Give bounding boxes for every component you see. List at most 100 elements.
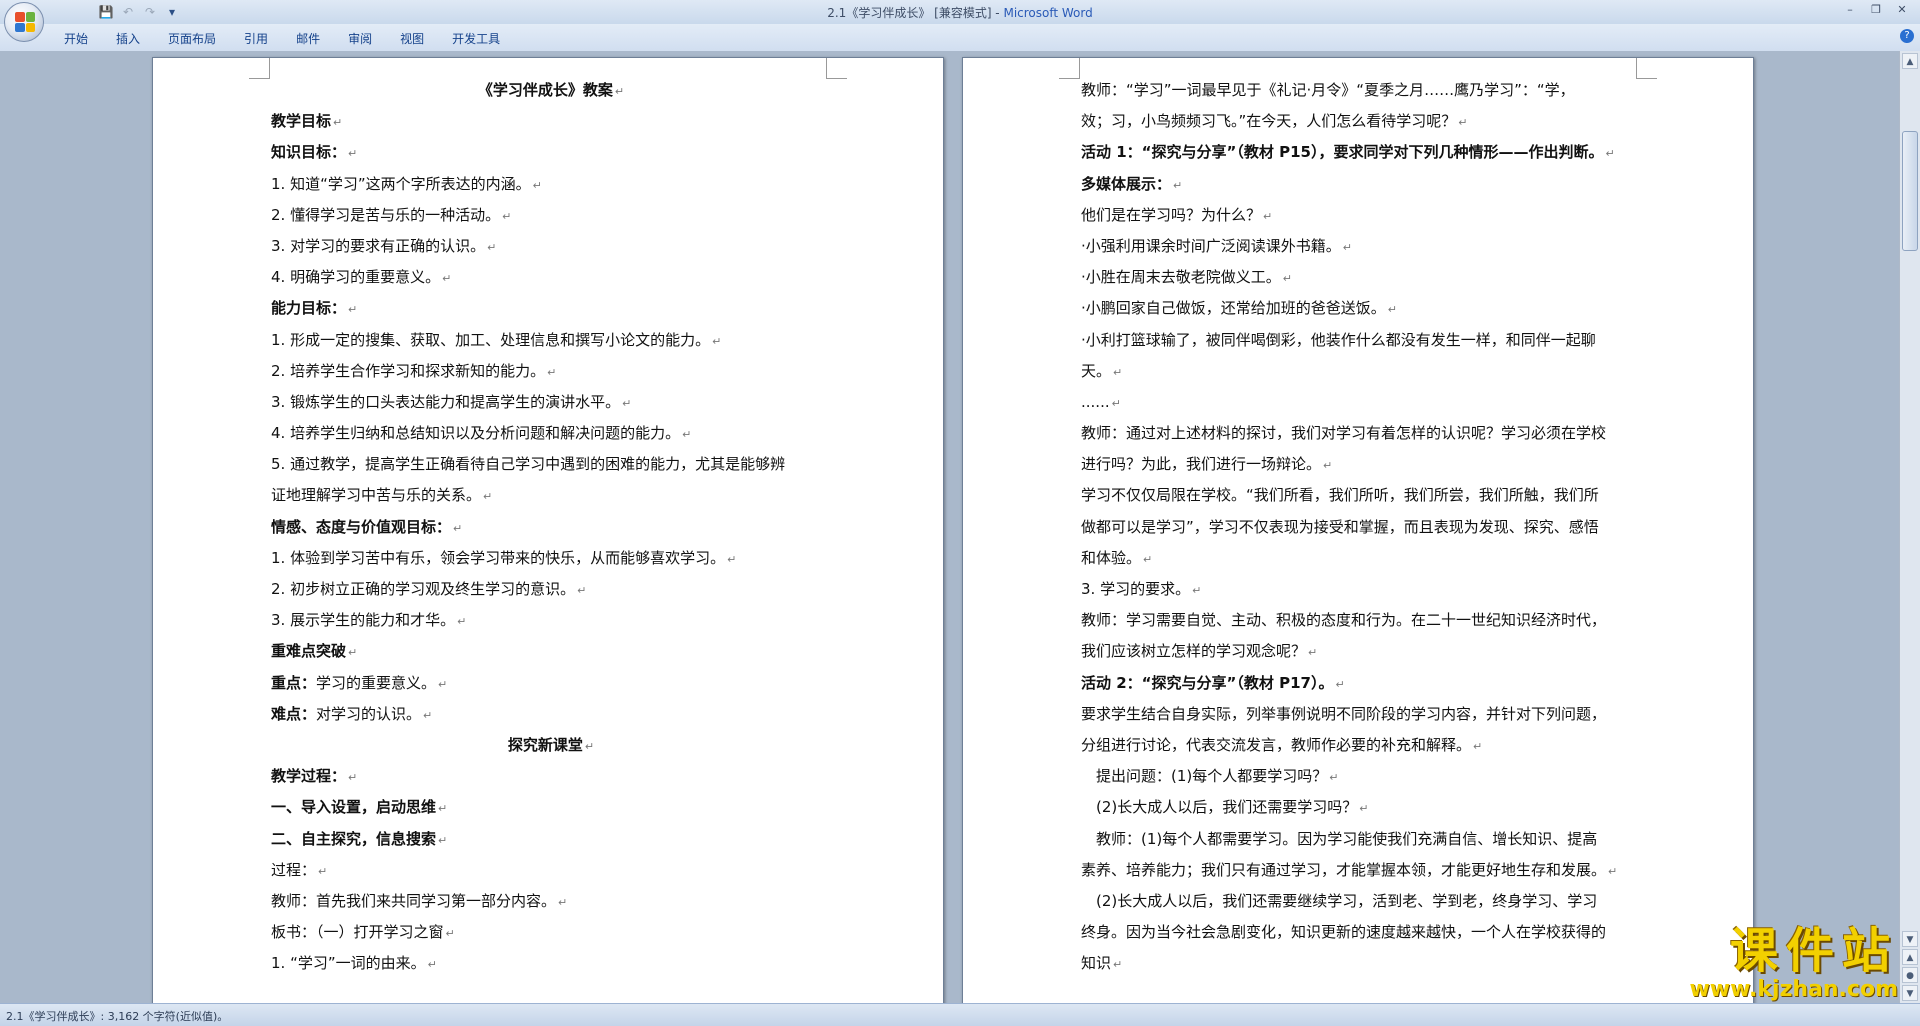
text-line[interactable]: 证地理解学习中苦与乐的关系。 ↵ (271, 480, 831, 511)
text-line[interactable]: 教学过程： ↵ (271, 761, 831, 792)
text-line[interactable]: ·小强利用课余时间广泛阅读课外书籍。 ↵ (1081, 231, 1641, 262)
minimize-icon[interactable]: – (1838, 2, 1862, 18)
line-lead-label: 难点： (271, 704, 317, 723)
text-line[interactable]: 4. 培养学生归纳和总结知识以及分析问题和解决问题的能力。 ↵ (271, 418, 831, 449)
tab-review[interactable]: 审阅 (334, 30, 386, 48)
page-text-body[interactable]: 《学习伴成长》教案 ↵ 教学目标 ↵ 知识目标： ↵ 1. 知道“学习”这两个字所表达的内涵… (271, 75, 831, 979)
text-line[interactable]: 1. “学习”一词的由来。 ↵ (271, 948, 831, 979)
page-text-body[interactable]: 教师：“学习”一词最早见于《礼记·月令》“夏季之月……鹰乃学习”：“学， 效；习，… (1081, 75, 1641, 979)
text-line[interactable]: 知识 ↵ (1081, 948, 1641, 979)
text-line[interactable]: 4. 明确学习的重要意义。 ↵ (271, 262, 831, 293)
app-name: Microsoft Word (1003, 6, 1093, 20)
line-text: 《学习伴成长》教案 (477, 81, 613, 99)
text-line[interactable]: 教师：学习需要自觉、主动、积极的态度和行为。在二十一世纪知识经济时代， (1081, 605, 1641, 636)
previous-page-icon[interactable]: ▲ (1902, 949, 1918, 965)
text-line[interactable]: ...... ↵ (1081, 387, 1641, 418)
text-line[interactable]: 他们是在学习吗？为什么？ ↵ (1081, 200, 1641, 231)
line-text: 重难点突破 (271, 642, 347, 661)
text-line[interactable]: 活动 2：“探究与分享”（教材 P17）。 ↵ (1081, 668, 1641, 699)
text-line[interactable]: 终身。因为当今社会急剧变化，知识更新的速度越来越快，一个人在学校获得的 (1081, 917, 1641, 948)
text-line[interactable]: (2)长大成人以后，我们还需要学习吗？ ↵ (1081, 792, 1641, 823)
paragraph-mark-icon: ↵ (438, 833, 448, 847)
paragraph-mark-icon: ↵ (423, 708, 433, 722)
text-line[interactable]: 难点：对学习的认识。 ↵ (271, 699, 831, 730)
text-line[interactable]: 分组进行讨论，代表交流发言，教师作必要的补充和解释。 ↵ (1081, 730, 1641, 761)
line-text: 教师：通过对上述材料的探讨，我们对学习有着怎样的认识呢？学习必须在学校 (1081, 424, 1607, 443)
text-line[interactable]: 提出问题：(1)每个人都要学习吗？ ↵ (1081, 761, 1641, 792)
text-line[interactable]: 和体验。 ↵ (1081, 543, 1641, 574)
text-line[interactable]: 进行吗？为此，我们进行一场辩论。 ↵ (1081, 449, 1641, 480)
text-line[interactable]: 活动 1：“探究与分享”（教材 P15），要求同学对下列几种情形——作出判断。 ↵ (1081, 137, 1641, 168)
text-line[interactable]: 重点：学习的重要意义。 ↵ (271, 668, 831, 699)
next-page-icon[interactable]: ▼ (1902, 985, 1918, 1001)
tab-home[interactable]: 开始 (50, 30, 102, 48)
text-line[interactable]: 二、自主探究，信息搜索 ↵ (271, 824, 831, 855)
paragraph-mark-icon: ↵ (502, 209, 512, 223)
text-line[interactable]: ·小鹏回家自己做饭，还常给加班的爸爸送饭。 ↵ (1081, 293, 1641, 324)
tab-view[interactable]: 视图 (386, 30, 438, 48)
text-line[interactable]: 探究新课堂 ↵ (271, 730, 831, 761)
text-line[interactable]: 一、导入设置，启动思维 ↵ (271, 792, 831, 823)
text-line[interactable]: 3. 学习的要求。 ↵ (1081, 574, 1641, 605)
line-text: 学习不仅仅局限在学校。“我们所看，我们所听，我们所尝，我们所触，我们所 (1081, 486, 1599, 505)
text-line[interactable]: 多媒体展示： ↵ (1081, 169, 1641, 200)
status-bar: 2.1《学习伴成长》: 3,162 个字符(近似值)。 (0, 1003, 1920, 1026)
text-line[interactable]: 学习不仅仅局限在学校。“我们所看，我们所听，我们所尝，我们所触，我们所 (1081, 480, 1641, 511)
text-line[interactable]: 教师：通过对上述材料的探讨，我们对学习有着怎样的认识呢？学习必须在学校 (1081, 418, 1641, 449)
text-line[interactable]: 3. 展示学生的能力和才华。 ↵ (271, 605, 831, 636)
text-line[interactable]: 素养、培养能力；我们只有通过学习，才能掌握本领，才能更好地生存和发展。 ↵ (1081, 855, 1641, 886)
text-line[interactable]: 效；习，小鸟频频习飞。”在今天，人们怎么看待学习呢？ ↵ (1081, 106, 1641, 137)
text-line[interactable]: 能力目标： ↵ (271, 293, 831, 324)
text-line[interactable]: 5. 通过教学，提高学生正确看待自己学习中遇到的困难的能力，尤其是能够辨 (271, 449, 831, 480)
text-line[interactable]: 重难点突破 ↵ (271, 636, 831, 667)
tab-mailings[interactable]: 邮件 (282, 30, 334, 48)
tab-developer[interactable]: 开发工具 (438, 30, 514, 48)
document-page-right[interactable]: 教师：“学习”一词最早见于《礼记·月令》“夏季之月……鹰乃学习”：“学， 效；习，… (962, 57, 1754, 1003)
vertical-scrollbar[interactable]: ▲ ▼ ▲ ● ▼ (1899, 51, 1920, 1003)
tab-page-layout[interactable]: 页面布局 (154, 30, 230, 48)
text-line[interactable]: 情感、态度与价值观目标： ↵ (271, 512, 831, 543)
document-area[interactable]: 《学习伴成长》教案 ↵ 教学目标 ↵ 知识目标： ↵ 1. 知道“学习”这两个字所表达的内涵… (0, 51, 1900, 1003)
close-icon[interactable]: ✕ (1890, 2, 1914, 18)
line-text: 1. 体验到学习苦中有乐，领会学习带来的快乐，从而能够喜欢学习。 (271, 548, 726, 567)
text-line[interactable]: 2. 培养学生合作学习和探求新知的能力。 ↵ (271, 356, 831, 387)
text-line[interactable]: (2)长大成人以后，我们还需要继续学习，活到老、学到老，终身学习、学习 (1081, 886, 1641, 917)
text-line[interactable]: 《学习伴成长》教案 ↵ (271, 75, 831, 106)
document-page-left[interactable]: 《学习伴成长》教案 ↵ 教学目标 ↵ 知识目标： ↵ 1. 知道“学习”这两个字所表达的内涵… (152, 57, 944, 1003)
scrollbar-thumb[interactable] (1902, 131, 1918, 251)
text-line[interactable]: 要求学生结合自身实际，列举事例说明不同阶段的学习内容，并针对下列问题， (1081, 699, 1641, 730)
text-line[interactable]: 教师：“学习”一词最早见于《礼记·月令》“夏季之月……鹰乃学习”：“学， (1081, 75, 1641, 106)
scroll-up-icon[interactable]: ▲ (1902, 53, 1918, 69)
text-line[interactable]: 教师：首先我们来共同学习第一部分内容。 ↵ (271, 886, 831, 917)
scroll-down-icon[interactable]: ▼ (1902, 931, 1918, 947)
office-button[interactable] (4, 2, 44, 42)
help-icon[interactable]: ? (1900, 29, 1914, 43)
text-line[interactable]: 做都可以是学习”，学习不仅表现为接受和掌握，而且表现为发现、探究、感悟 (1081, 512, 1641, 543)
text-line[interactable]: ·小胜在周末去敬老院做义工。 ↵ (1081, 262, 1641, 293)
text-line[interactable]: 天。 ↵ (1081, 356, 1641, 387)
word-count-status[interactable]: 2.1《学习伴成长》: 3,162 个字符(近似值)。 (6, 1008, 228, 1024)
text-line[interactable]: 我们应该树立怎样的学习观念呢？ ↵ (1081, 636, 1641, 667)
line-text: 证地理解学习中苦与乐的关系。 (271, 486, 482, 505)
line-text: 教学过程： (271, 767, 347, 786)
select-browse-object-icon[interactable]: ● (1902, 967, 1918, 983)
line-text: 探究新课堂 (507, 735, 583, 754)
tab-references[interactable]: 引用 (230, 30, 282, 48)
restore-icon[interactable]: ❐ (1864, 2, 1888, 18)
text-line[interactable]: 板书：（一）打开学习之窗 ↵ (271, 917, 831, 948)
text-line[interactable]: 过程： ↵ (271, 855, 831, 886)
tab-insert[interactable]: 插入 (102, 30, 154, 48)
text-line[interactable]: 教师：(1)每个人都需要学习。因为学习能使我们充满自信、增长知识、提高 (1081, 824, 1641, 855)
text-line[interactable]: 教学目标 ↵ (271, 106, 831, 137)
paragraph-mark-icon: ↵ (445, 927, 455, 941)
text-line[interactable]: 1. 体验到学习苦中有乐，领会学习带来的快乐，从而能够喜欢学习。 ↵ (271, 543, 831, 574)
text-line[interactable]: ·小利打篮球输了，被同伴喝倒彩，他装作什么都没有发生一样，和同伴一起聊 (1081, 325, 1641, 356)
paragraph-mark-icon: ↵ (558, 895, 568, 909)
text-line[interactable]: 1. 知道“学习”这两个字所表达的内涵。 ↵ (271, 169, 831, 200)
text-line[interactable]: 3. 锻炼学生的口头表达能力和提高学生的演讲水平。 ↵ (271, 387, 831, 418)
text-line[interactable]: 3. 对学习的要求有正确的认识。 ↵ (271, 231, 831, 262)
text-line[interactable]: 知识目标： ↵ (271, 137, 831, 168)
text-line[interactable]: 2. 懂得学习是苦与乐的一种活动。 ↵ (271, 200, 831, 231)
text-line[interactable]: 2. 初步树立正确的学习观及终生学习的意识。 ↵ (271, 574, 831, 605)
text-line[interactable]: 1. 形成一定的搜集、获取、加工、处理信息和撰写小论文的能力。 ↵ (271, 325, 831, 356)
